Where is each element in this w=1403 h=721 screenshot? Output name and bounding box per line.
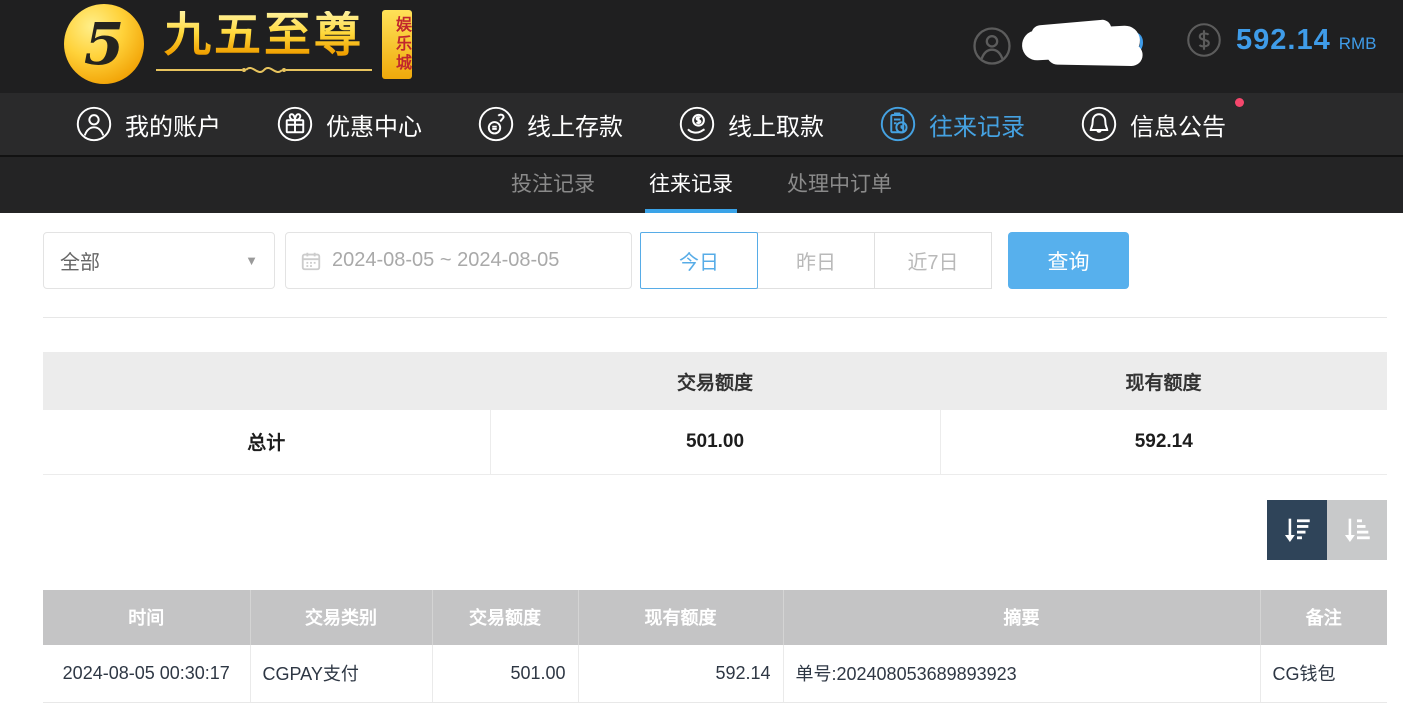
sort-controls	[0, 500, 1387, 560]
tab-processing-orders[interactable]: 处理中订单	[783, 157, 896, 213]
redaction-scribble	[1021, 25, 1140, 61]
search-button[interactable]: 查询	[1008, 232, 1129, 289]
gift-icon	[277, 106, 313, 142]
records-clipboard-clock-icon	[880, 106, 916, 142]
calendar-icon	[300, 250, 322, 272]
record-amount: 501.00	[432, 645, 578, 703]
notification-dot	[1235, 98, 1244, 107]
nav-item-promotions[interactable]: 优惠中心	[277, 106, 422, 142]
summary-col-current-balance: 现有额度	[940, 352, 1387, 410]
summary-total-row: 总计 501.00 592.14	[43, 410, 1387, 474]
brand-flourish-ornament	[154, 63, 374, 77]
records-col-time: 时间	[43, 590, 250, 645]
type-select-value: 全部	[60, 246, 100, 275]
user-icon	[76, 106, 112, 142]
quick-range-group: 今日 昨日 近7日	[640, 232, 992, 289]
record-remark: CG钱包	[1260, 645, 1387, 703]
chevron-down-icon: ▼	[245, 253, 258, 268]
summary-col-empty	[43, 352, 490, 410]
sort-ascending-icon	[1340, 513, 1374, 547]
nav-item-my-account[interactable]: 我的账户	[76, 106, 221, 142]
nav-item-transaction-records[interactable]: 往来记录	[880, 106, 1025, 142]
type-select[interactable]: 全部 ▼	[43, 232, 275, 289]
main-navigation: 我的账户 优惠中心 线上存款 线上取款	[0, 93, 1403, 155]
nav-label: 线上取款	[728, 107, 824, 142]
summary-table: 交易额度 现有额度 总计 501.00 592.14	[43, 352, 1387, 475]
table-row: 2024-08-05 00:30:17 CGPAY支付 501.00 592.1…	[43, 645, 1387, 703]
section-divider	[43, 317, 1387, 318]
sort-ascending-button[interactable]	[1327, 500, 1387, 560]
redacted-username	[1022, 24, 1147, 68]
brand-logo[interactable]: 5 九五至尊 娱乐城	[64, 4, 412, 84]
summary-total-label: 总计	[43, 410, 490, 474]
record-type: CGPAY支付	[250, 645, 432, 703]
nav-label: 优惠中心	[326, 107, 422, 142]
top-header: 5 九五至尊 娱乐城 592.14 RMB	[0, 0, 1403, 93]
balance-currency: RMB	[1339, 34, 1377, 54]
user-account-area[interactable]	[972, 24, 1147, 68]
records-col-type: 交易类别	[250, 590, 432, 645]
tab-transaction-records[interactable]: 往来记录	[645, 157, 737, 213]
quick-range-last7days[interactable]: 近7日	[874, 232, 992, 289]
nav-label: 信息公告	[1130, 107, 1226, 142]
sort-descending-icon	[1280, 513, 1314, 547]
records-col-balance: 现有额度	[578, 590, 783, 645]
quick-range-yesterday[interactable]: 昨日	[757, 232, 875, 289]
withdraw-coin-hand-icon	[679, 106, 715, 142]
records-col-amount: 交易额度	[432, 590, 578, 645]
nav-item-online-deposit[interactable]: 线上存款	[478, 106, 623, 142]
records-header-row: 时间 交易类别 交易额度 现有额度 摘要 备注	[43, 590, 1387, 645]
quick-range-today[interactable]: 今日	[640, 232, 758, 289]
nav-label: 我的账户	[125, 107, 221, 142]
date-range-input[interactable]: 2024-08-05 ~ 2024-08-05	[285, 232, 632, 289]
nav-label: 线上存款	[527, 107, 623, 142]
tab-label: 处理中订单	[787, 168, 892, 198]
deposit-coin-hand-icon	[478, 106, 514, 142]
records-col-remark: 备注	[1260, 590, 1387, 645]
nav-item-announcements[interactable]: 信息公告	[1081, 106, 1226, 142]
nav-item-online-withdraw[interactable]: 线上取款	[679, 106, 824, 142]
summary-header-row: 交易额度 现有额度	[43, 352, 1387, 410]
dollar-coin-icon	[1186, 22, 1222, 58]
tab-label: 投注记录	[511, 168, 595, 198]
date-range-value: 2024-08-05 ~ 2024-08-05	[332, 249, 559, 272]
records-col-summary: 摘要	[783, 590, 1260, 645]
brand-logo-icon: 5	[64, 4, 144, 84]
tab-label: 往来记录	[649, 168, 733, 198]
record-time: 2024-08-05 00:30:17	[43, 645, 250, 703]
bell-icon	[1081, 106, 1117, 142]
record-balance: 592.14	[578, 645, 783, 703]
balance-area[interactable]: 592.14 RMB	[1186, 22, 1376, 58]
brand-badge: 娱乐城	[382, 10, 412, 79]
record-summary: 单号:202408053689893923	[783, 645, 1260, 703]
sort-descending-button[interactable]	[1267, 500, 1327, 560]
tab-betting-records[interactable]: 投注记录	[507, 157, 599, 213]
summary-col-trade-amount: 交易额度	[490, 352, 940, 410]
record-tabs: 投注记录 往来记录 处理中订单	[0, 155, 1403, 213]
summary-total-balance: 592.14	[940, 410, 1387, 474]
user-avatar-icon	[972, 26, 1012, 66]
balance-amount: 592.14	[1236, 24, 1331, 57]
filter-bar: 全部 ▼ 2024-08-05 ~ 2024-08-05 今日 昨日 近7日 查…	[0, 213, 1403, 289]
summary-total-trade: 501.00	[490, 410, 940, 474]
nav-label: 往来记录	[929, 107, 1025, 142]
brand-title: 九五至尊	[164, 11, 364, 60]
records-table: 时间 交易类别 交易额度 现有额度 摘要 备注 2024-08-05 00:30…	[43, 590, 1387, 704]
